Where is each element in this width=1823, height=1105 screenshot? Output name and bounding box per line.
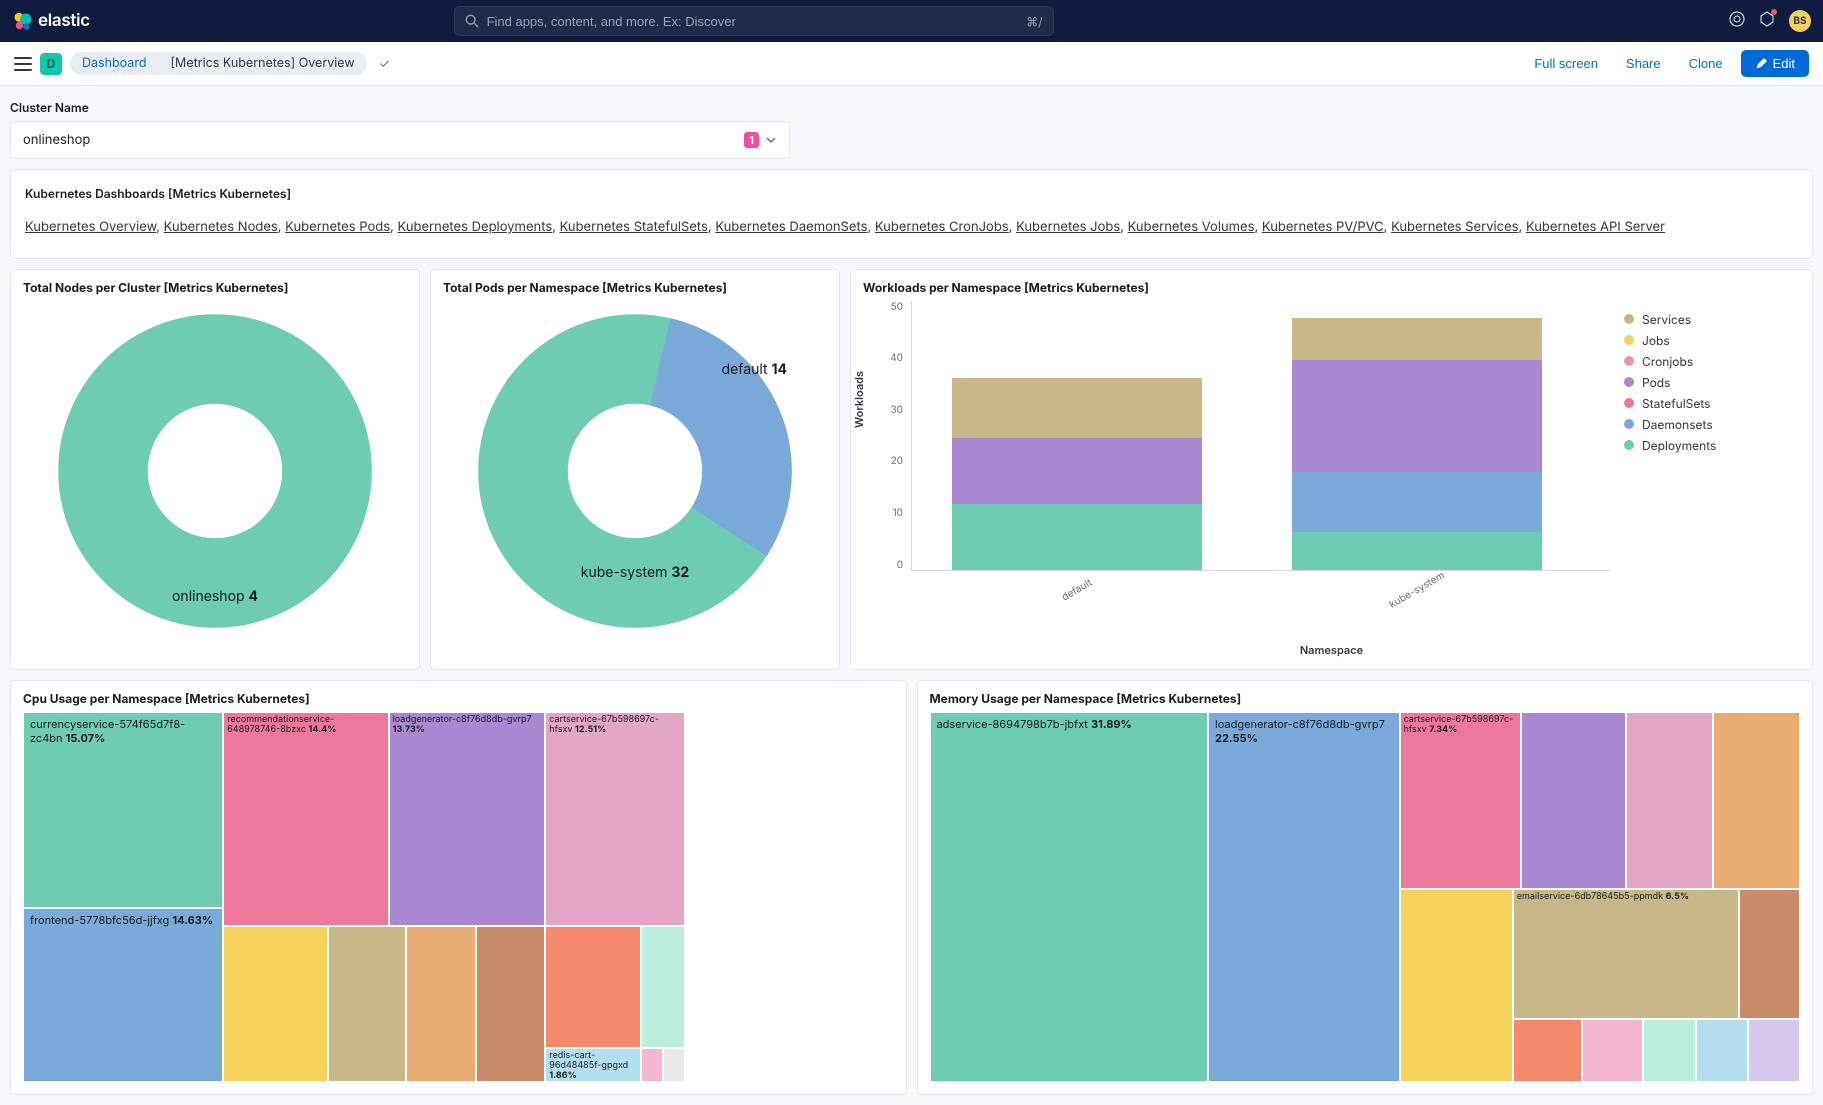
dashlink[interactable]: Kubernetes API Server <box>1526 219 1665 235</box>
dashlink[interactable]: Kubernetes Volumes <box>1128 219 1255 235</box>
cluster-count-badge: 1 <box>744 132 759 148</box>
workloads-bar-chart[interactable]: Workloads 50403020100 default <box>863 301 1610 601</box>
app-header: D Dashboard [Metrics Kubernetes] Overvie… <box>0 42 1823 86</box>
panel-nodes-title: Total Nodes per Cluster [Metrics Kuberne… <box>23 280 407 295</box>
legend-item[interactable]: Pods <box>1624 372 1796 393</box>
elastic-icon <box>12 11 32 31</box>
workloads-legend: ServicesJobsCronjobsPodsStatefulSetsDaem… <box>1620 301 1800 601</box>
breadcrumb: Dashboard [Metrics Kubernetes] Overview <box>70 52 367 75</box>
pods-donut-label-kubesystem: kube-system 32 <box>581 564 689 581</box>
panel-cpu: Cpu Usage per Namespace [Metrics Kuberne… <box>10 680 907 1095</box>
panel-workloads-title: Workloads per Namespace [Metrics Kuberne… <box>863 280 1800 295</box>
pods-donut-label-default: default 14 <box>722 361 787 378</box>
dashboard-links-panel: Kubernetes Dashboards [Metrics Kubernete… <box>10 169 1813 259</box>
dashlink[interactable]: Kubernetes Pods <box>285 219 390 235</box>
panel-cpu-title: Cpu Usage per Namespace [Metrics Kuberne… <box>23 691 894 706</box>
nodes-donut-label: onlineshop 4 <box>172 588 258 605</box>
clone-button[interactable]: Clone <box>1679 52 1733 75</box>
cluster-value: onlineshop <box>23 132 90 148</box>
breadcrumb-dashboard[interactable]: Dashboard <box>70 52 158 75</box>
panel-memory: Memory Usage per Namespace [Metrics Kube… <box>917 680 1814 1095</box>
legend-item[interactable]: Deployments <box>1624 435 1796 456</box>
dashlink[interactable]: Kubernetes Jobs <box>1016 219 1120 235</box>
dashlink[interactable]: Kubernetes CronJobs <box>875 219 1009 235</box>
newsfeed-icon[interactable] <box>1759 11 1775 31</box>
cluster-name-label: Cluster Name <box>10 100 1813 115</box>
dashlink[interactable]: Kubernetes StatefulSets <box>560 219 708 235</box>
dashlink[interactable]: Kubernetes DaemonSets <box>715 219 867 235</box>
dashlink[interactable]: Kubernetes PV/PVC <box>1262 219 1384 235</box>
bar-kube-system[interactable]: kube-system <box>1292 318 1542 570</box>
panel-pods-title: Total Pods per Namespace [Metrics Kubern… <box>443 280 827 295</box>
global-search-input[interactable] <box>487 14 1019 29</box>
panel-workloads: Workloads per Namespace [Metrics Kuberne… <box>850 269 1813 670</box>
bar-default[interactable]: default <box>952 378 1202 570</box>
cpu-treemap[interactable]: currencyservice-574f65d7f8-zc4bn 15.07% … <box>23 712 894 1082</box>
legend-item[interactable]: Daemonsets <box>1624 414 1796 435</box>
share-button[interactable]: Share <box>1616 52 1671 75</box>
brand-text: elastic <box>38 11 90 31</box>
memory-treemap[interactable]: adservice-8694798b7b-jbfxt 31.89% loadge… <box>930 712 1801 1082</box>
dashlink[interactable]: Kubernetes Deployments <box>398 219 553 235</box>
cluster-selector[interactable]: onlineshop 1 <box>10 121 790 159</box>
legend-item[interactable]: Cronjobs <box>1624 351 1796 372</box>
legend-item[interactable]: Jobs <box>1624 330 1796 351</box>
fullscreen-button[interactable]: Full screen <box>1524 52 1608 75</box>
pencil-icon <box>1755 58 1767 70</box>
space-badge[interactable]: D <box>40 53 62 75</box>
workloads-ylabel: Workloads <box>852 371 866 428</box>
global-header: elastic ⌘/ BS <box>0 0 1823 42</box>
dashlink[interactable]: Kubernetes Overview <box>25 219 156 235</box>
kbd-hint: ⌘/ <box>1026 14 1042 29</box>
dashlinks-title: Kubernetes Dashboards [Metrics Kubernete… <box>25 186 1798 201</box>
nav-toggle-icon[interactable] <box>14 57 32 71</box>
legend-item[interactable]: Services <box>1624 309 1796 330</box>
dashlinks-list: Kubernetes Overview, Kubernetes Nodes, K… <box>25 215 1798 240</box>
edit-button-label: Edit <box>1773 56 1795 71</box>
user-avatar[interactable]: BS <box>1789 10 1811 32</box>
pods-donut-chart[interactable] <box>475 311 795 631</box>
saved-check-icon: ✓ <box>379 56 391 72</box>
search-icon <box>465 14 479 28</box>
edit-button[interactable]: Edit <box>1741 50 1809 77</box>
chevron-down-icon <box>765 134 777 146</box>
nodes-donut-chart[interactable] <box>55 311 375 631</box>
dashlink[interactable]: Kubernetes Services <box>1391 219 1518 235</box>
dashlink[interactable]: Kubernetes Nodes <box>164 219 278 235</box>
brand-logo[interactable]: elastic <box>12 11 90 31</box>
help-icon[interactable] <box>1729 11 1745 31</box>
legend-item[interactable]: StatefulSets <box>1624 393 1796 414</box>
panel-pods: Total Pods per Namespace [Metrics Kubern… <box>430 269 840 670</box>
panel-memory-title: Memory Usage per Namespace [Metrics Kube… <box>930 691 1801 706</box>
global-search[interactable]: ⌘/ <box>454 6 1054 36</box>
panel-nodes: Total Nodes per Cluster [Metrics Kuberne… <box>10 269 420 670</box>
breadcrumb-current[interactable]: [Metrics Kubernetes] Overview <box>158 52 366 75</box>
